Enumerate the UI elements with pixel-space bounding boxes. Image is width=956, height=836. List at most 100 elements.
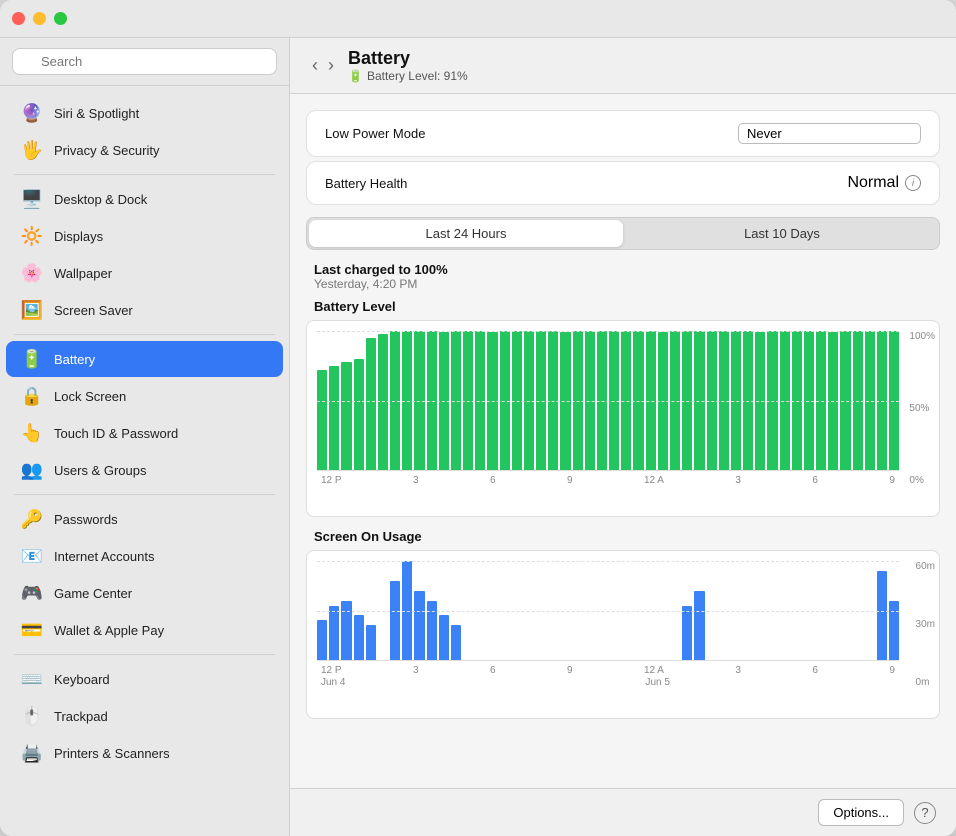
close-button[interactable]: [12, 12, 25, 25]
screen-y-labels: 60m 30m 0m: [916, 561, 935, 688]
sidebar-icon-privacy-security: 🖐️: [20, 138, 44, 162]
charged-time: Yesterday, 4:20 PM: [314, 277, 932, 291]
sidebar-icon-wallet: 💳: [20, 618, 44, 642]
detail-title-section: Battery 🔋 Battery Level: 91%: [348, 48, 468, 83]
divider-after-privacy-security: [14, 174, 275, 175]
sidebar-icon-printers: 🖨️: [20, 741, 44, 765]
screen-chart-area: [317, 561, 899, 661]
charged-info: Last charged to 100% Yesterday, 4:20 PM: [290, 262, 956, 299]
sidebar-label-passwords: Passwords: [54, 512, 118, 527]
nav-arrows: ‹ ›: [310, 55, 336, 76]
sidebar-item-siri-spotlight[interactable]: 🔮 Siri & Spotlight: [6, 95, 283, 131]
low-power-mode-value: Never Always Only on Battery When Batter…: [738, 123, 921, 144]
sidebar-label-internet-accounts: Internet Accounts: [54, 549, 154, 564]
tab-10d[interactable]: Last 10 Days: [625, 218, 939, 249]
tab-switcher-wrapper: Last 24 Hours Last 10 Days: [290, 217, 956, 250]
maximize-button[interactable]: [54, 12, 67, 25]
sidebar-icon-internet-accounts: 📧: [20, 544, 44, 568]
sidebar-icon-wallpaper: 🌸: [20, 261, 44, 285]
screen-date-labels: Jun 4 Jun 5: [317, 677, 899, 688]
traffic-lights: [12, 12, 67, 25]
sidebar-item-privacy-security[interactable]: 🖐️ Privacy & Security: [6, 132, 283, 168]
battery-chart-title: Battery Level: [306, 299, 940, 314]
sidebar-icon-lock-screen: 🔒: [20, 384, 44, 408]
detail-subtitle: 🔋 Battery Level: 91%: [348, 69, 468, 83]
sidebar-item-wallet[interactable]: 💳 Wallet & Apple Pay: [6, 612, 283, 648]
sidebar-item-keyboard[interactable]: ⌨️ Keyboard: [6, 661, 283, 697]
sidebar-item-trackpad[interactable]: 🖱️ Trackpad: [6, 698, 283, 734]
back-arrow[interactable]: ‹: [310, 55, 320, 76]
sidebar-label-battery: Battery: [54, 352, 95, 367]
sidebar-icon-siri-spotlight: 🔮: [20, 101, 44, 125]
screen-bar-3: [354, 615, 364, 660]
battery-bar-0: [317, 370, 327, 470]
sidebar-label-desktop-dock: Desktop & Dock: [54, 192, 147, 207]
sidebar-item-passwords[interactable]: 🔑 Passwords: [6, 501, 283, 537]
sidebar-label-touch-id: Touch ID & Password: [54, 426, 178, 441]
bottom-bar: Options... ?: [290, 788, 956, 836]
low-power-mode-label: Low Power Mode: [325, 126, 425, 141]
dashed-top: [317, 331, 899, 332]
tab-switcher: Last 24 Hours Last 10 Days: [306, 217, 940, 250]
sidebar-item-game-center[interactable]: 🎮 Game Center: [6, 575, 283, 611]
sidebar-icon-desktop-dock: 🖥️: [20, 187, 44, 211]
low-power-mode-row: Low Power Mode Never Always Only on Batt…: [307, 111, 939, 156]
sidebar-item-displays[interactable]: 🔆 Displays: [6, 218, 283, 254]
sidebar-icon-trackpad: 🖱️: [20, 704, 44, 728]
screen-bar-47: [889, 601, 899, 660]
battery-health-text: Normal: [847, 174, 899, 192]
battery-x-labels: 12 P 3 6 9 12 A 3 6 9: [317, 475, 899, 486]
main-window: ⌕ 🔮 Siri & Spotlight 🖐️ Privacy & Securi…: [0, 0, 956, 836]
dashed-mid: [317, 401, 899, 402]
charged-title: Last charged to 100%: [314, 262, 932, 277]
screen-bar-9: [427, 601, 437, 660]
battery-health-value: Normal i: [847, 174, 921, 192]
sidebar-label-keyboard: Keyboard: [54, 672, 110, 687]
info-icon[interactable]: i: [905, 175, 921, 191]
screen-chart-container: Screen On Usage 60m 30m 0m: [290, 529, 956, 719]
dashed-top-s: [317, 561, 899, 562]
divider-after-screen-saver: [14, 334, 275, 335]
main-content: ⌕ 🔮 Siri & Spotlight 🖐️ Privacy & Securi…: [0, 38, 956, 836]
sidebar-items: 🔮 Siri & Spotlight 🖐️ Privacy & Security…: [0, 86, 289, 780]
help-button[interactable]: ?: [914, 802, 936, 824]
sidebar-item-lock-screen[interactable]: 🔒 Lock Screen: [6, 378, 283, 414]
sidebar: ⌕ 🔮 Siri & Spotlight 🖐️ Privacy & Securi…: [0, 38, 290, 836]
battery-health-label: Battery Health: [325, 176, 407, 191]
sidebar-icon-battery: 🔋: [20, 347, 44, 371]
screen-x-labels: 12 P 3 6 9 12 A 3 6 9: [317, 665, 899, 676]
sidebar-icon-keyboard: ⌨️: [20, 667, 44, 691]
screen-chart-wrapper: 60m 30m 0m 12 P 3 6: [306, 550, 940, 719]
settings-group-health: Battery Health Normal i: [306, 161, 940, 205]
battery-chart-container: Battery Level 100% 50% 0%: [290, 299, 956, 517]
detail-body: Low Power Mode Never Always Only on Batt…: [290, 94, 956, 788]
sidebar-label-privacy-security: Privacy & Security: [54, 143, 159, 158]
sidebar-item-printers[interactable]: 🖨️ Printers & Scanners: [6, 735, 283, 771]
battery-health-row: Battery Health Normal i: [307, 162, 939, 204]
battery-y-labels: 100% 50% 0%: [909, 331, 935, 486]
search-container: ⌕: [0, 38, 289, 86]
forward-arrow[interactable]: ›: [326, 55, 336, 76]
screen-bar-6: [390, 581, 400, 660]
sidebar-item-users-groups[interactable]: 👥 Users & Groups: [6, 452, 283, 488]
sidebar-item-wallpaper[interactable]: 🌸 Wallpaper: [6, 255, 283, 291]
sidebar-item-internet-accounts[interactable]: 📧 Internet Accounts: [6, 538, 283, 574]
battery-bar-2: [341, 362, 351, 470]
sidebar-item-battery[interactable]: 🔋 Battery: [6, 341, 283, 377]
screen-bar-8: [414, 591, 424, 660]
screen-bar-11: [451, 625, 461, 660]
tab-24h[interactable]: Last 24 Hours: [309, 220, 623, 247]
screen-bar-10: [439, 615, 449, 660]
screen-bar-46: [877, 571, 887, 660]
minimize-button[interactable]: [33, 12, 46, 25]
dashed-mid-s: [317, 611, 899, 612]
options-button[interactable]: Options...: [818, 799, 904, 826]
screen-bar-4: [366, 625, 376, 660]
search-input[interactable]: [12, 48, 277, 75]
low-power-mode-select[interactable]: Never Always Only on Battery When Batter…: [738, 123, 921, 144]
sidebar-item-desktop-dock[interactable]: 🖥️ Desktop & Dock: [6, 181, 283, 217]
sidebar-label-wallet: Wallet & Apple Pay: [54, 623, 164, 638]
sidebar-item-screen-saver[interactable]: 🖼️ Screen Saver: [6, 292, 283, 328]
detail-panel: ‹ › Battery 🔋 Battery Level: 91% Low Pow…: [290, 38, 956, 836]
sidebar-item-touch-id[interactable]: 👆 Touch ID & Password: [6, 415, 283, 451]
